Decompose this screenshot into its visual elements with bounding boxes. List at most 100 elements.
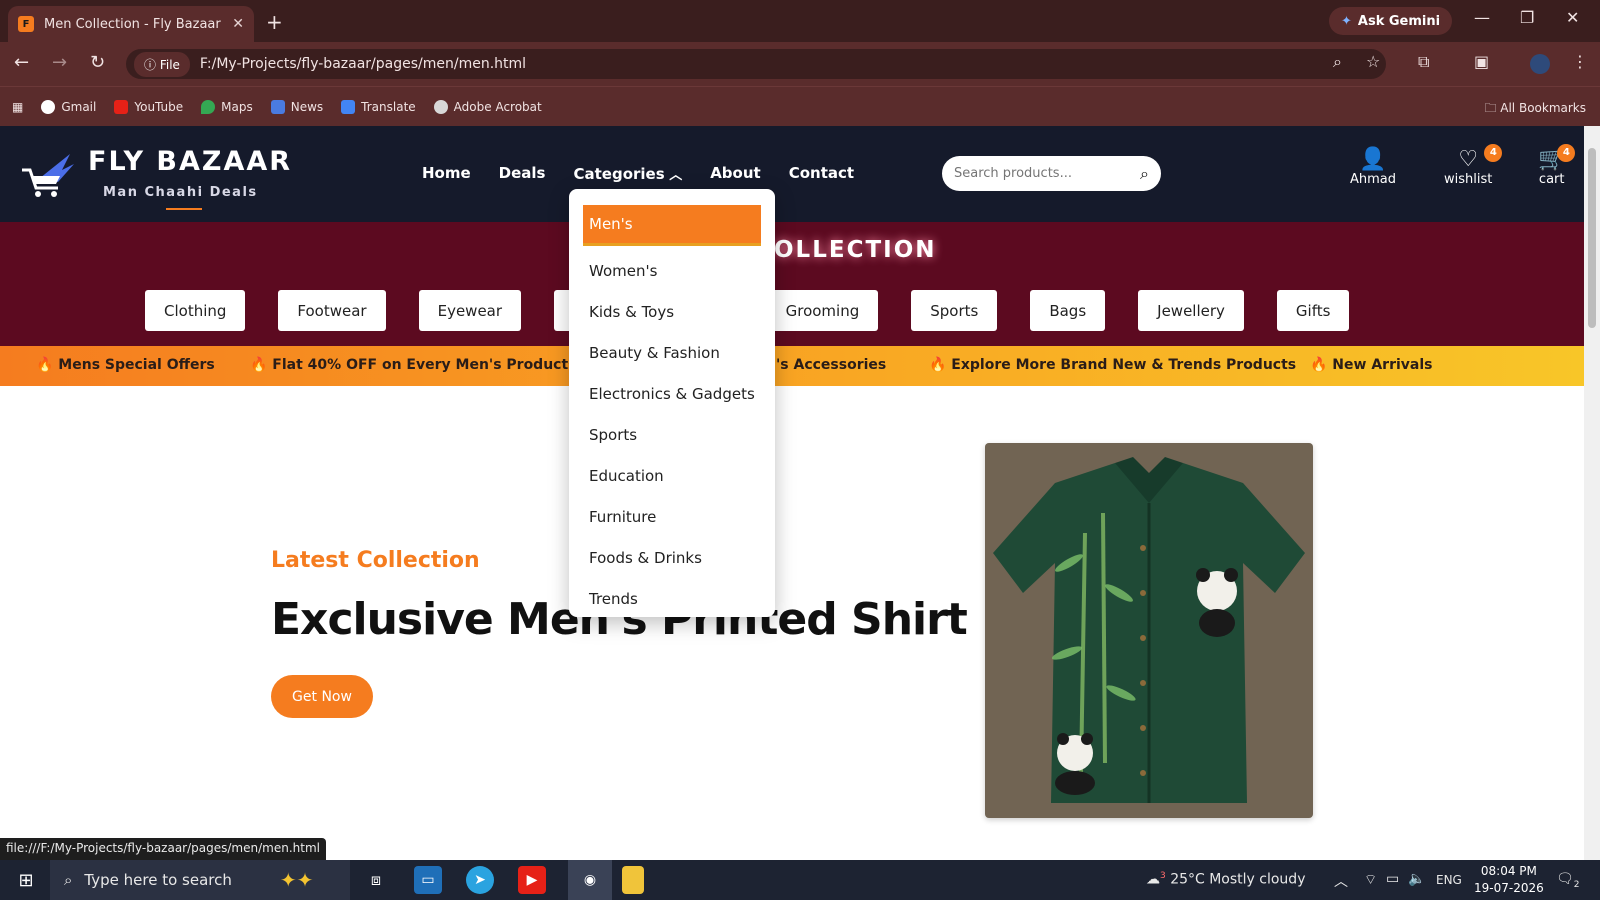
battery-icon[interactable]: ▭	[1386, 871, 1399, 887]
bookmark-adobe-acrobat[interactable]: Adobe Acrobat	[433, 99, 542, 114]
file-chip-label: File	[159, 57, 180, 72]
all-bookmarks-label: All Bookmarks	[1500, 101, 1586, 115]
windows-start-icon[interactable]: ⊞	[12, 866, 40, 894]
forward-icon[interactable]: →	[52, 52, 67, 73]
news-icon	[270, 99, 285, 114]
new-tab-icon[interactable]: +	[266, 10, 283, 34]
bookmark-gmail[interactable]: Gmail	[41, 99, 96, 114]
profile-avatar[interactable]	[1530, 54, 1550, 74]
get-now-button[interactable]: Get Now	[271, 675, 373, 718]
scrollbar-thumb[interactable]	[1588, 148, 1596, 328]
notifications-icon[interactable]: 🗨2	[1556, 871, 1580, 890]
dropdown-item-womens[interactable]: Women's	[583, 250, 761, 291]
zoom-icon[interactable]: ⌕	[1333, 52, 1342, 72]
subcategory-grooming[interactable]: Grooming	[766, 290, 879, 331]
volume-icon[interactable]: 🔈	[1408, 871, 1425, 887]
weather-widget[interactable]: ☁3 25°C Mostly cloudy	[1146, 871, 1305, 888]
google-icon	[41, 99, 56, 114]
all-bookmarks[interactable]: 🗀 All Bookmarks	[1484, 99, 1586, 120]
subcategory-gifts[interactable]: Gifts	[1276, 290, 1350, 331]
dropdown-item-trends[interactable]: Trends	[583, 578, 761, 619]
remote-desktop-icon[interactable]: ▭	[414, 866, 442, 894]
file-explorer-icon[interactable]	[622, 866, 644, 894]
subcategory-bags[interactable]: Bags	[1030, 290, 1106, 331]
hero-section: Latest Collection Exclusive Men's Printe…	[0, 386, 1584, 860]
close-window-icon[interactable]: ✕	[1566, 8, 1579, 27]
subcategory-eyewear[interactable]: Eyewear	[418, 290, 522, 331]
main-nav: Home Deals Categories ︿ About Contact	[422, 164, 854, 183]
product-image-shirt[interactable]	[985, 443, 1313, 818]
chrome-taskbar-icon[interactable]: ◉	[568, 860, 612, 900]
language-indicator[interactable]: ENG	[1436, 873, 1462, 887]
tab-search-icon[interactable]: ▣	[1474, 52, 1489, 71]
apps-grid-icon[interactable]: ▦	[12, 100, 23, 114]
dropdown-item-education[interactable]: Education	[583, 455, 761, 496]
ask-gemini-button[interactable]: ✦ Ask Gemini	[1329, 7, 1453, 35]
bookmark-news[interactable]: News	[270, 99, 323, 114]
dropdown-item-mens[interactable]: Men's	[583, 205, 761, 246]
heart-icon: ♡ 4	[1444, 144, 1503, 172]
dropdown-item-foods-drinks[interactable]: Foods & Drinks	[583, 537, 761, 578]
telegram-icon[interactable]: ➤	[466, 866, 494, 894]
offer-item: 🔥 Explore More Brand New & Trends Produc…	[929, 357, 1297, 373]
search-icon[interactable]: ⌕	[1140, 164, 1149, 184]
restore-icon[interactable]: ❐	[1520, 8, 1534, 27]
cart[interactable]: 🛒 4 cart	[1538, 144, 1576, 187]
nav-contact[interactable]: Contact	[789, 164, 854, 183]
taskbar-search-placeholder: Type here to search	[84, 871, 232, 889]
nav-home[interactable]: Home	[422, 164, 471, 183]
categories-dropdown: Men's Women's Kids & Toys Beauty & Fashi…	[569, 189, 775, 617]
subcategory-sports[interactable]: Sports	[911, 290, 998, 331]
weather-badge: 3	[1160, 871, 1166, 881]
dropdown-item-electronics[interactable]: Electronics & Gadgets	[583, 373, 761, 414]
subcategory-footwear[interactable]: Footwear	[278, 290, 386, 331]
brand-name[interactable]: FLY BAZAAR	[88, 146, 292, 177]
menu-kebab-icon[interactable]: ⋮	[1572, 52, 1588, 71]
extensions-icon[interactable]: ⧉	[1418, 52, 1429, 72]
user-label: Ahmad	[1350, 172, 1397, 187]
dropdown-item-sports[interactable]: Sports	[583, 414, 761, 455]
wishlist[interactable]: ♡ 4 wishlist	[1444, 144, 1503, 187]
maps-pin-icon	[201, 99, 216, 114]
bookmark-star-icon[interactable]: ☆	[1366, 52, 1380, 71]
taskbar-search[interactable]: ⌕ Type here to search ✦✦	[50, 860, 350, 900]
page-scrollbar[interactable]	[1584, 126, 1600, 860]
site-info-chip[interactable]: ⓘ File	[134, 51, 190, 77]
minimize-icon[interactable]: —	[1474, 8, 1490, 27]
subcategory-clothing[interactable]: Clothing	[145, 290, 246, 331]
dropdown-item-kids-toys[interactable]: Kids & Toys	[583, 291, 761, 332]
browser-tabbar: F Men Collection - Fly Bazaar ✕ + ✦ Ask …	[0, 0, 1600, 42]
bookmarks-bar: ▦ Gmail YouTube Maps News Translate Adob…	[0, 86, 1600, 126]
wishlist-badge: 4	[1484, 144, 1503, 162]
dropdown-item-furniture[interactable]: Furniture	[583, 496, 761, 537]
task-view-icon[interactable]: ⧈	[362, 866, 390, 894]
nav-categories[interactable]: Categories ︿	[574, 164, 683, 183]
address-bar[interactable]: ⓘ File F:/My-Projects/fly-bazaar/pages/m…	[126, 49, 1386, 79]
subcategory-jewellery[interactable]: Jewellery	[1138, 290, 1244, 331]
close-tab-icon[interactable]: ✕	[232, 16, 244, 32]
system-clock[interactable]: 08:04 PM 19-07-2026	[1474, 863, 1544, 897]
browser-tab[interactable]: F Men Collection - Fly Bazaar ✕	[8, 6, 254, 42]
translate-icon	[341, 99, 356, 114]
search-input[interactable]	[954, 166, 1141, 181]
url-text[interactable]: F:/My-Projects/fly-bazaar/pages/men/men.…	[200, 56, 526, 72]
network-icon[interactable]: ⌔	[1364, 871, 1377, 889]
nav-about[interactable]: About	[710, 164, 761, 183]
site-header: FLY BAZAAR Man Chaahi Deals Home Deals C…	[0, 126, 1584, 222]
cart-badge: 4	[1557, 144, 1576, 162]
bookmark-youtube[interactable]: YouTube	[114, 99, 183, 114]
bookmark-maps[interactable]: Maps	[201, 99, 253, 114]
nav-deals[interactable]: Deals	[499, 164, 546, 183]
bookmark-translate[interactable]: Translate	[341, 99, 416, 114]
user-account[interactable]: 👤 Ahmad	[1350, 148, 1397, 188]
search-box: ⌕	[942, 156, 1161, 191]
offer-item: 's Accessories	[776, 357, 887, 373]
show-hidden-icons[interactable]: ︿	[1334, 871, 1348, 891]
chevron-up-icon: ︿	[664, 168, 683, 183]
back-icon[interactable]: ←	[14, 52, 29, 73]
dropdown-item-beauty-fashion[interactable]: Beauty & Fashion	[583, 332, 761, 373]
cart-wings-logo-icon[interactable]	[18, 148, 76, 200]
reload-icon[interactable]: ↻	[90, 52, 105, 73]
ask-gemini-label: Ask Gemini	[1357, 13, 1441, 29]
youtube-app-icon[interactable]: ▶	[518, 866, 546, 894]
